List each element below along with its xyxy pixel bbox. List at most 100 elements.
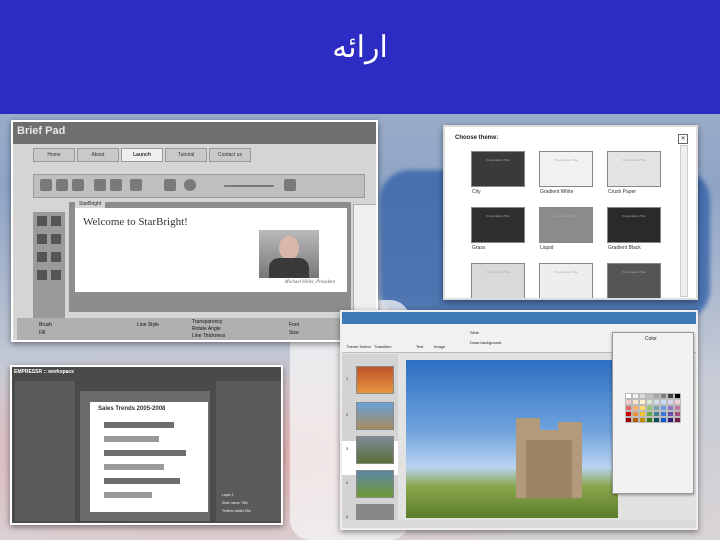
zoom-slider[interactable] xyxy=(224,185,274,187)
line-tool-icon[interactable] xyxy=(37,270,47,280)
star-tool-icon[interactable] xyxy=(51,270,61,280)
theme-option[interactable]: Presentation Title xyxy=(607,263,661,298)
site-logo: Brief Pad xyxy=(17,125,66,137)
slide-thumbnail[interactable] xyxy=(356,470,394,498)
chart-slide[interactable]: Sales Trends 2005-2008 xyxy=(90,402,208,512)
image-button[interactable]: Image xyxy=(434,344,445,349)
slide-thumbnail[interactable] xyxy=(356,436,394,464)
color-swatch[interactable] xyxy=(625,417,632,423)
color-swatch[interactable] xyxy=(653,417,660,423)
nav-tab[interactable]: Contact us xyxy=(209,148,251,162)
slide-canvas[interactable]: Welcome to StarBright! Michael Hiller, P… xyxy=(75,208,347,292)
slide-button[interactable]: Slide xyxy=(470,330,479,335)
search-icon[interactable] xyxy=(284,179,296,191)
text-button[interactable]: Text xyxy=(416,344,423,349)
nav-tab[interactable]: About xyxy=(77,148,119,162)
site-header: Brief Pad xyxy=(13,122,376,144)
theme-sample-text: Presentation Title xyxy=(554,158,578,162)
cut-icon[interactable] xyxy=(130,179,142,191)
slide-canvas-castle[interactable] xyxy=(406,360,618,518)
shape-tool-icon[interactable] xyxy=(51,252,61,262)
draw-background-button[interactable]: Draw background xyxy=(470,340,501,345)
slide-title: ارائه xyxy=(332,30,388,65)
slide-thumbnail[interactable] xyxy=(356,366,394,394)
theme-option[interactable]: Presentation Title Liquid xyxy=(539,207,593,251)
app-title: EMPRESSR :: workspace xyxy=(14,369,75,375)
transparency-label: Transparency xyxy=(192,319,223,325)
theme-sample-text: Presentation Title xyxy=(486,214,510,218)
paste-icon[interactable] xyxy=(110,179,122,191)
color-picker-panel: Color xyxy=(612,332,694,494)
theme-sample-text: Presentation Title xyxy=(622,214,646,218)
chart-bar xyxy=(104,478,180,484)
text-box-tool-icon[interactable] xyxy=(51,234,61,244)
chart-title: Sales Trends 2005-2008 xyxy=(98,406,166,412)
theme-option[interactable]: Presentation Title xyxy=(471,263,525,298)
slide-side-panel[interactable] xyxy=(353,204,376,314)
photo-head xyxy=(279,236,299,260)
size-label: Size xyxy=(289,330,299,336)
panel-row[interactable]: Slide name: Title xyxy=(222,501,248,505)
nav-tab-active[interactable]: Launch xyxy=(121,148,163,162)
chart-bar xyxy=(104,450,186,456)
slide-thumbnails: 1 2 3 4 5 xyxy=(342,354,398,528)
empressr-chart-screenshot: EMPRESSR :: workspace Sales Trends 2005-… xyxy=(10,365,283,525)
color-swatch[interactable] xyxy=(632,417,639,423)
panel-row[interactable]: Textbox tablet Title xyxy=(222,509,251,513)
theme-option[interactable]: Presentation Title Grass xyxy=(471,207,525,251)
panel-row[interactable]: Layer 1 xyxy=(222,493,234,497)
color-swatch[interactable] xyxy=(639,417,646,423)
copy-icon[interactable] xyxy=(94,179,106,191)
transition-button[interactable]: Transition xyxy=(374,344,391,349)
document-tab[interactable]: StarBright xyxy=(75,200,106,208)
undo-icon[interactable] xyxy=(72,179,84,191)
theme-name: City xyxy=(472,189,481,195)
save-icon[interactable] xyxy=(56,179,68,191)
open-icon[interactable] xyxy=(40,179,52,191)
close-icon[interactable]: ✕ xyxy=(678,134,688,144)
nav-tab[interactable]: Home xyxy=(33,148,75,162)
nav-tab[interactable]: Tutorial xyxy=(165,148,207,162)
properties-panel: Layer 1 Slide name: Title Textbox tablet… xyxy=(216,381,281,521)
color-swatch[interactable] xyxy=(674,417,681,423)
photo-caption: Michael Hiller, President xyxy=(284,280,336,285)
theme-option[interactable]: Presentation Title xyxy=(539,263,593,298)
theme-name: Gradient Black xyxy=(608,245,641,251)
color-swatch[interactable] xyxy=(646,417,653,423)
play-icon[interactable] xyxy=(184,179,196,191)
curve-tool-icon[interactable] xyxy=(37,252,47,262)
color-swatch[interactable] xyxy=(660,417,667,423)
theme-select-button[interactable]: Theme Select xyxy=(346,344,371,349)
chart-bar xyxy=(104,436,159,442)
grid-icon[interactable] xyxy=(164,179,176,191)
app-titlebar xyxy=(342,312,696,324)
color-panel-title: Color xyxy=(645,336,657,342)
brush-label: Brush xyxy=(39,322,53,328)
editor-toolbar xyxy=(33,174,365,198)
thumb-number: 3 xyxy=(346,446,349,451)
select-tool-icon[interactable] xyxy=(37,216,47,226)
dialog-title: Choose theme: xyxy=(455,135,499,141)
left-panel xyxy=(15,381,75,521)
theme-option[interactable]: Presentation Title Gradient Black xyxy=(607,207,661,251)
scrollbar[interactable] xyxy=(680,145,688,297)
rotate-angle-label: Rotate Angle xyxy=(192,326,221,332)
text-tool-icon[interactable] xyxy=(37,234,47,244)
slide-thumbnail[interactable] xyxy=(356,402,394,430)
theme-option[interactable]: Presentation Title City xyxy=(471,151,525,195)
photo-slide-editor-screenshot: Theme Select Transition Text Image Slide… xyxy=(340,310,698,530)
theme-sample-text: Presentation Title xyxy=(486,158,510,162)
line-thickness-label: Line Thickness xyxy=(192,333,226,339)
thumb-number: 4 xyxy=(346,480,349,485)
theme-option[interactable]: Presentation Title Crush Paper xyxy=(607,151,661,195)
thumb-number: 5 xyxy=(346,514,349,519)
tool-palette xyxy=(33,212,65,322)
status-bar xyxy=(342,520,696,528)
castle-wall xyxy=(526,440,572,498)
chart-bar xyxy=(104,464,164,470)
color-swatch[interactable] xyxy=(667,417,674,423)
rect-tool-icon[interactable] xyxy=(51,216,61,226)
theme-option[interactable]: Presentation Title Gradient White xyxy=(539,151,593,195)
photo-suit xyxy=(269,258,309,278)
nav-tabs: Home About Launch Tutorial Contact us xyxy=(33,148,253,162)
